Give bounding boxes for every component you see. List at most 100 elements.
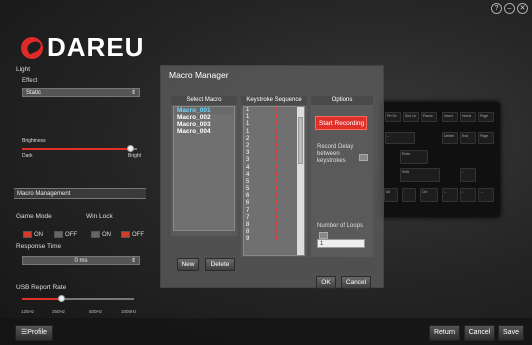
key-down-icon: ⬇ [274,121,280,128]
macro-manager-title: Macro Manager [169,70,229,80]
keystroke-row[interactable]: 9 ⬇ [244,236,304,243]
usb-rate-slider-knob[interactable] [58,295,65,302]
macro-list-item[interactable]: Macro_003 [174,121,234,128]
key-backspace: ← [385,132,415,144]
dareu-logo: DAREU [21,32,144,63]
profile-button[interactable]: ☰Profile [15,325,53,341]
usb-rate-tick: 125Hz [21,309,35,314]
key-delete: Delete [442,132,458,144]
key-pause: Pause [421,112,437,122]
game-mode-off-radio[interactable]: OFF [54,231,77,238]
win-lock-off-radio[interactable]: OFF [121,231,144,238]
response-time-label: Response Time [16,243,62,250]
macro-management-tab[interactable]: Macro Management [14,188,146,199]
scrollbar-thumb[interactable] [298,117,303,164]
chevron-down-icon: ⇕ [130,258,136,264]
key-pagedown: Page [478,132,494,144]
keystroke-key: 8 [246,229,250,236]
usb-rate-slider-fill [22,298,61,300]
keystroke-row[interactable]: 4 ⬆ [244,172,304,179]
window-controls: ? – ✕ [491,3,528,14]
effect-select[interactable]: Static ⇕ [22,88,140,97]
key-alt: Alt [384,188,398,202]
cancel-button[interactable]: Cancel [464,325,495,341]
keystroke-key: 1 [246,114,250,121]
key-enter: Enter [400,150,428,164]
keystroke-row[interactable]: 6 ⬆ [244,200,304,207]
start-recording-button[interactable]: Start Recording [315,116,367,130]
keystroke-key: 5 [246,186,250,193]
keystroke-key: 5 [246,178,250,185]
keystroke-row[interactable]: 7 ⬆ [244,215,304,222]
effect-label: Effect [22,78,38,84]
macro-list-item[interactable]: Macro_002 [174,114,234,121]
key-scrlk: Scrl Lk [403,112,419,122]
keystroke-key: 6 [246,200,250,207]
keystroke-row[interactable]: 1 ⬇ [244,121,304,128]
help-button[interactable]: ? [491,3,502,14]
brightness-label: Brightness [22,138,46,144]
save-button[interactable]: Save [498,325,524,341]
key-ctrl: Ctrl [420,188,438,202]
keystroke-sequence-column: Keystroke Sequence 1 ⬇ 1 ⬆ 1 ⬇ 1 ⬆ 2 ⬇ 2 ⬆ 3 ⬇ 3 ⬆ 4 ⬇ 4 ⬆ 5… [241,96,307,257]
game-mode-on-radio[interactable]: ON [23,231,43,238]
number-of-loops-label: Number of Loops [317,223,364,229]
response-time-value: 0 ms [74,258,88,264]
close-button[interactable]: ✕ [517,3,528,14]
keystroke-row[interactable]: 5 ⬇ [244,179,304,186]
keystroke-row[interactable]: 1 ⬆ [244,129,304,136]
record-delay-label: Record Delay between keystrokes [317,144,354,164]
keystroke-key: 6 [246,193,250,200]
effect-value: Static [26,90,42,96]
keystroke-row[interactable]: 3 ⬆ [244,157,304,164]
dialog-cancel-button[interactable]: Cancel [341,276,371,289]
brightness-min: Dark [22,153,33,159]
key-down-icon: ⬇ [274,178,280,185]
select-macro-column: Select Macro Macro_001 Macro_002 Macro_0… [171,96,237,236]
keystroke-key: 4 [246,171,250,178]
keystroke-key: 1 [246,128,250,135]
brand-name: DAREU [47,32,145,62]
ok-button[interactable]: OK [316,276,336,289]
macro-manager-dialog: Macro Manager Select Macro Macro_001 Mac… [160,65,384,289]
keystroke-key: 1 [246,121,250,128]
dareu-logo-icon [21,36,43,59]
usb-rate-tick: 1000Hz [121,309,137,314]
keystroke-row[interactable]: 4 ⬇ [244,165,304,172]
key-down-icon: ⬇ [274,164,280,171]
record-delay-checkbox[interactable] [359,154,368,161]
key-shift: Shift [400,168,440,182]
keystroke-key: 7 [246,207,250,214]
keystroke-row[interactable]: 7 ⬇ [244,208,304,215]
key-up-icon: ⬆ [274,157,280,164]
win-lock-on-radio[interactable]: ON [91,231,111,238]
keystroke-row[interactable]: 2 ⬇ [244,136,304,143]
macro-list-item[interactable]: Macro_004 [174,128,234,135]
new-macro-button[interactable]: New [177,258,199,271]
key-up-icon: ⬆ [274,214,280,221]
keystroke-key: 3 [246,150,250,157]
brightness-slider-fill [22,148,132,150]
minimize-button[interactable]: – [504,3,515,14]
brightness-slider-knob[interactable] [127,145,135,152]
macro-list: Macro_001 Macro_002 Macro_003 Macro_004 [173,106,235,231]
response-time-select[interactable]: 0 ms ⇕ [22,256,140,265]
keystroke-key: 2 [246,142,250,149]
key-up-icon: ⬆ [274,128,280,135]
key-end: End [460,132,476,144]
keystroke-key: 4 [246,164,250,171]
brightness-max: Bright [128,153,142,159]
loops-input[interactable]: 1 [317,239,365,248]
macro-list-item[interactable]: Macro_001 [174,107,234,114]
key-down-icon: ⬇ [274,135,280,142]
keystroke-scrollbar[interactable] [297,107,304,255]
radio-checked-icon [121,231,130,238]
keystroke-key: 2 [246,135,250,142]
key-arrow-up: ↑ [460,168,476,182]
keystroke-list: 1 ⬇ 1 ⬆ 1 ⬇ 1 ⬆ 2 ⬇ 2 ⬆ 3 ⬇ 3 ⬆ 4 ⬇ 4 ⬆ 5 ⬇ 5 ⬆ 6 ⬇ 6 ⬆ 7 ⬇ 7 ⬆ 8 ⬇ 8 ⬆ 9 ⬇ [243,106,305,256]
game-mode-label: Game Mode [16,213,52,220]
return-button[interactable]: Return [429,325,460,341]
keystroke-key: 3 [246,157,250,164]
loops-checkbox[interactable] [319,232,328,239]
delete-macro-button[interactable]: Delete [205,258,235,271]
